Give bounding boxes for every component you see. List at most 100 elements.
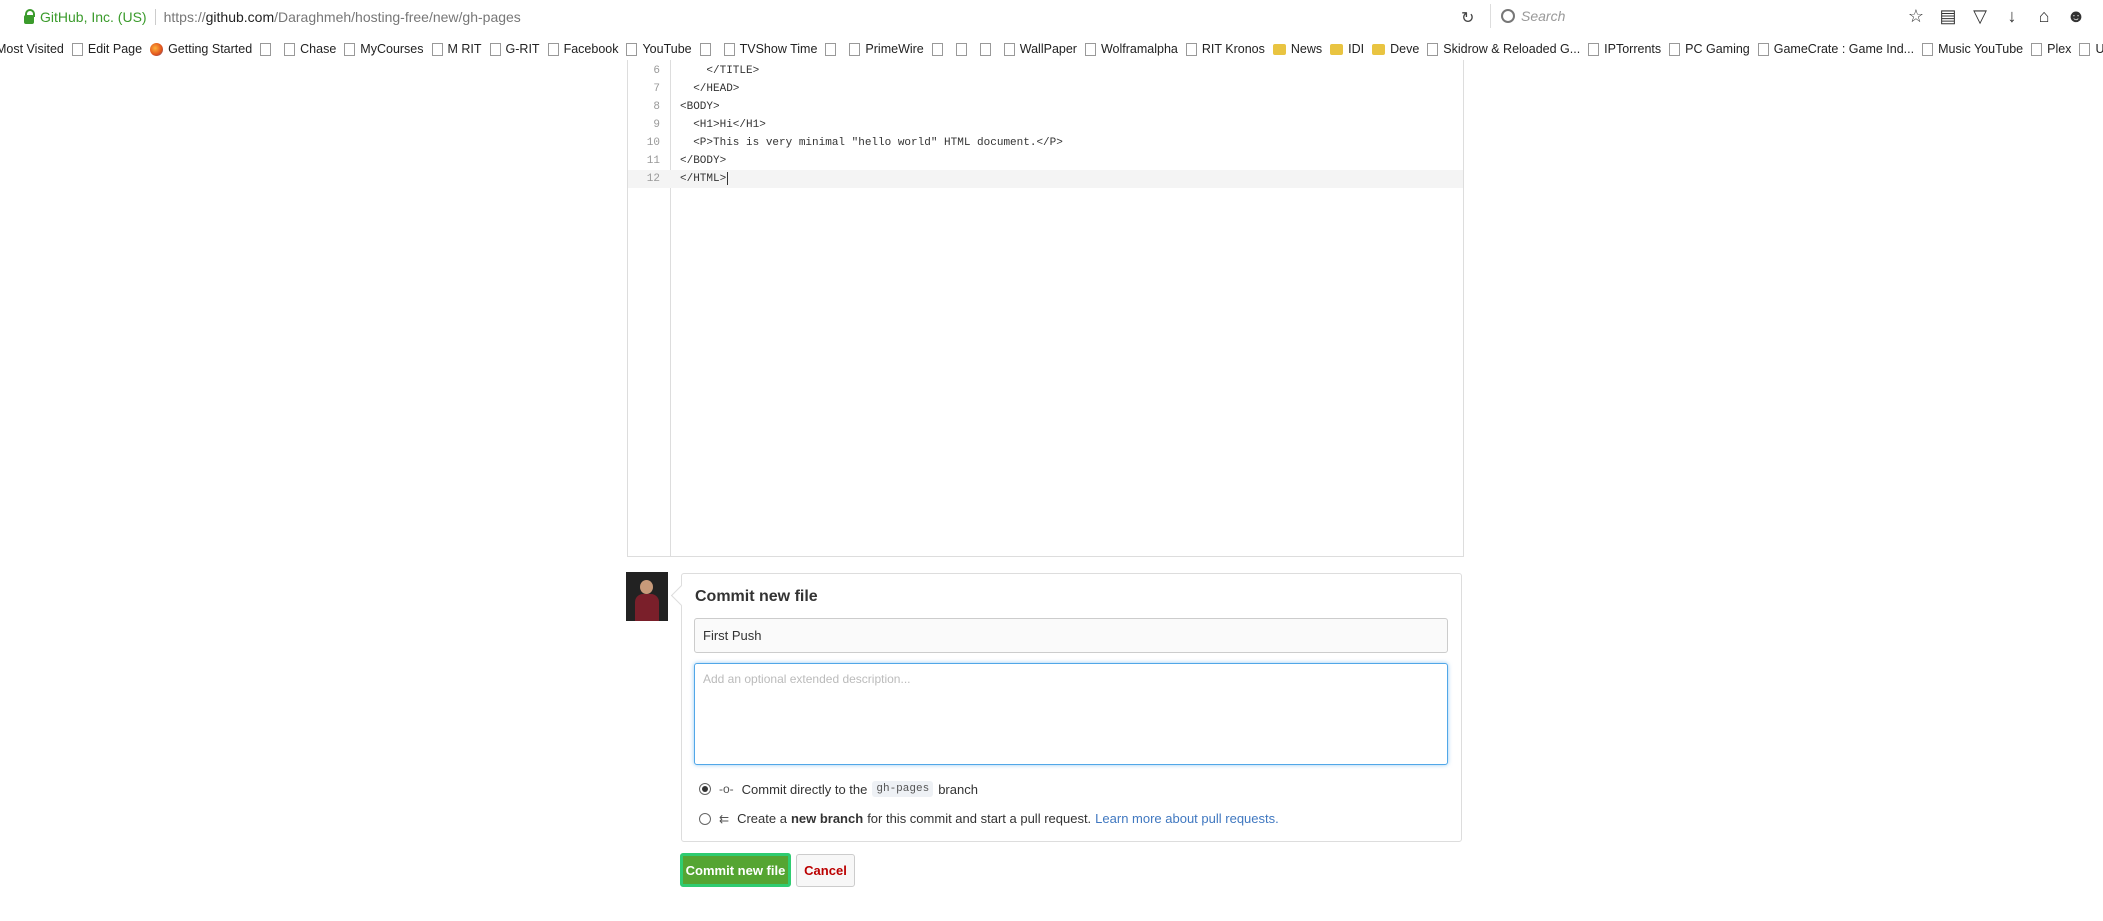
page-icon xyxy=(1003,42,1015,56)
commit-description-input[interactable] xyxy=(694,663,1448,765)
site-identity[interactable]: GitHub, Inc. (US) xyxy=(40,9,147,25)
page-icon xyxy=(1084,42,1096,56)
option-commit-direct[interactable]: -o- Commit directly to the gh-pages bran… xyxy=(699,781,978,797)
bookmark-item[interactable]: Getting Started xyxy=(150,42,252,56)
option-new-prefix: Create a xyxy=(737,811,787,826)
option-direct-suffix: branch xyxy=(938,781,978,797)
page-icon xyxy=(2031,42,2043,56)
bookmark-item[interactable]: Most Visited xyxy=(0,42,64,56)
bookmark-label: Getting Started xyxy=(168,42,253,56)
code-line[interactable]: 7 </HEAD> xyxy=(628,80,1463,98)
bookmark-label: User Login xyxy=(2095,42,2103,56)
pocket-icon[interactable]: ▽ xyxy=(1970,6,1990,27)
bookmark-label: TVShow Time xyxy=(739,42,818,56)
bookmark-item[interactable]: Chase xyxy=(284,42,336,56)
page-icon xyxy=(979,42,991,56)
line-number: 11 xyxy=(646,155,660,167)
search-box[interactable]: Search xyxy=(1490,4,1901,28)
download-icon[interactable]: ↓ xyxy=(2002,6,2022,27)
bookmark-item[interactable]: Plex xyxy=(2031,42,2071,56)
bookmark-item[interactable]: MyCourses xyxy=(344,42,424,56)
bookmark-item[interactable]: Edit Page xyxy=(71,42,142,56)
code-line[interactable]: 6 </TITLE> xyxy=(628,62,1463,80)
option-new-suffix: for this commit and start a pull request… xyxy=(867,811,1092,826)
line-text: <P>This is very minimal "hello world" HT… xyxy=(680,137,1063,149)
page-icon xyxy=(71,42,83,56)
url-scheme[interactable]: https:// xyxy=(164,9,206,25)
bookmark-item[interactable]: GameCrate : Game Ind... xyxy=(1757,42,1915,56)
bookmark-item[interactable] xyxy=(825,42,841,56)
bookmark-item[interactable]: Wolframalpha xyxy=(1084,42,1178,56)
bookmark-item[interactable]: YouTube xyxy=(626,42,692,56)
page-icon xyxy=(1669,42,1681,56)
bookmark-label: Plex xyxy=(2047,42,2072,56)
code-line[interactable]: 11 </BODY> xyxy=(628,152,1463,170)
bookmark-item[interactable]: Facebook xyxy=(547,42,618,56)
page-icon xyxy=(547,42,559,56)
bookmark-label: G-RIT xyxy=(505,42,540,56)
option-new-branch[interactable]: ⇇ Create a new branch for this commit an… xyxy=(699,811,1279,826)
url-path[interactable]: /Daraghmeh/hosting-free/new/gh-pages xyxy=(274,9,521,25)
page-icon xyxy=(2079,42,2091,56)
code-line[interactable]: 12 </HTML> xyxy=(628,170,1463,188)
commit-summary-input[interactable] xyxy=(694,618,1448,653)
bookmark-label: GameCrate : Game Ind... xyxy=(1773,42,1915,56)
bookmark-item[interactable] xyxy=(955,42,972,56)
code-line[interactable]: 9 <H1>Hi</H1> xyxy=(628,116,1463,134)
page-icon xyxy=(1427,42,1439,56)
reload-icon[interactable]: ↻ xyxy=(1461,8,1474,28)
bookmark-label: Most Visited xyxy=(0,42,64,56)
line-text: </HTML> xyxy=(680,171,729,185)
bookmark-item[interactable]: Skidrow & Reloaded G... xyxy=(1427,42,1580,56)
commit-title: Commit new file xyxy=(695,588,818,605)
bookmark-item[interactable]: Music YouTube xyxy=(1922,42,2023,56)
page-icon xyxy=(1922,42,1934,56)
line-text: </HEAD> xyxy=(680,83,740,95)
commit-new-file-button[interactable]: Commit new file xyxy=(680,853,791,887)
code-line[interactable]: 10 <P>This is very minimal "hello world"… xyxy=(628,134,1463,152)
learn-more-link[interactable]: Learn more about pull requests. xyxy=(1095,811,1279,826)
commit-form: Commit new file -o- Commit directly to t… xyxy=(681,573,1462,842)
bookmark-item[interactable] xyxy=(931,42,948,56)
bookmark-item[interactable]: PC Gaming xyxy=(1669,42,1750,56)
page-icon xyxy=(344,42,356,56)
reading-list-icon[interactable]: ▤ xyxy=(1938,6,1958,27)
bookmark-item[interactable]: User Login xyxy=(2079,42,2103,56)
bookmark-item[interactable]: WallPaper xyxy=(1003,42,1077,56)
radio-commit-direct[interactable] xyxy=(699,783,711,795)
avatar-body xyxy=(635,594,659,621)
bookmarks-toolbar: Most Visited Edit Page Getting Started Chas… xyxy=(0,38,2103,60)
bookmark-item[interactable] xyxy=(979,42,996,56)
firefox-icon xyxy=(150,42,164,56)
bookmark-star-icon[interactable]: ☆ xyxy=(1906,6,1926,27)
bookmark-label: PC Gaming xyxy=(1685,42,1750,56)
bookmark-item[interactable]: G-RIT xyxy=(489,42,540,56)
address-bar[interactable]: GitHub, Inc. (US) https://github.com/Dar… xyxy=(6,6,521,28)
line-text: <H1>Hi</H1> xyxy=(680,119,766,131)
page-icon xyxy=(955,42,967,56)
branch-name: gh-pages xyxy=(872,781,934,797)
chat-icon[interactable]: ☻ xyxy=(2066,6,2086,27)
cancel-button[interactable]: Cancel xyxy=(796,854,855,887)
bookmark-item[interactable]: Deve xyxy=(1372,42,1419,56)
bookmark-item[interactable]: M RIT xyxy=(431,42,482,56)
bookmark-item[interactable] xyxy=(260,42,276,56)
bookmark-item[interactable] xyxy=(699,42,716,56)
bookmark-item[interactable]: IDI xyxy=(1330,42,1364,56)
page-icon xyxy=(849,42,861,56)
bookmark-label: Wolframalpha xyxy=(1100,42,1178,56)
home-icon[interactable]: ⌂ xyxy=(2034,6,2054,27)
code-line[interactable]: 8 <BODY> xyxy=(628,98,1463,116)
radio-new-branch[interactable] xyxy=(699,812,711,825)
url-domain[interactable]: github.com xyxy=(206,9,274,25)
bookmark-label: YouTube xyxy=(642,42,692,56)
bookmark-item[interactable]: TVShow Time xyxy=(723,42,818,56)
bookmark-item[interactable]: IPTorrents xyxy=(1588,42,1661,56)
bookmark-item[interactable]: PrimeWire xyxy=(849,42,924,56)
line-text: </TITLE> xyxy=(680,65,760,77)
bookmark-item[interactable]: News xyxy=(1272,42,1322,56)
code-editor[interactable]: 6 </TITLE> 7 </HEAD> 8 <BODY> 9 <H1>Hi</H1> 1… xyxy=(627,60,1464,557)
bookmark-item[interactable]: RIT Kronos xyxy=(1185,42,1265,56)
page-icon xyxy=(431,42,443,56)
pull-request-icon: ⇇ xyxy=(719,811,730,826)
